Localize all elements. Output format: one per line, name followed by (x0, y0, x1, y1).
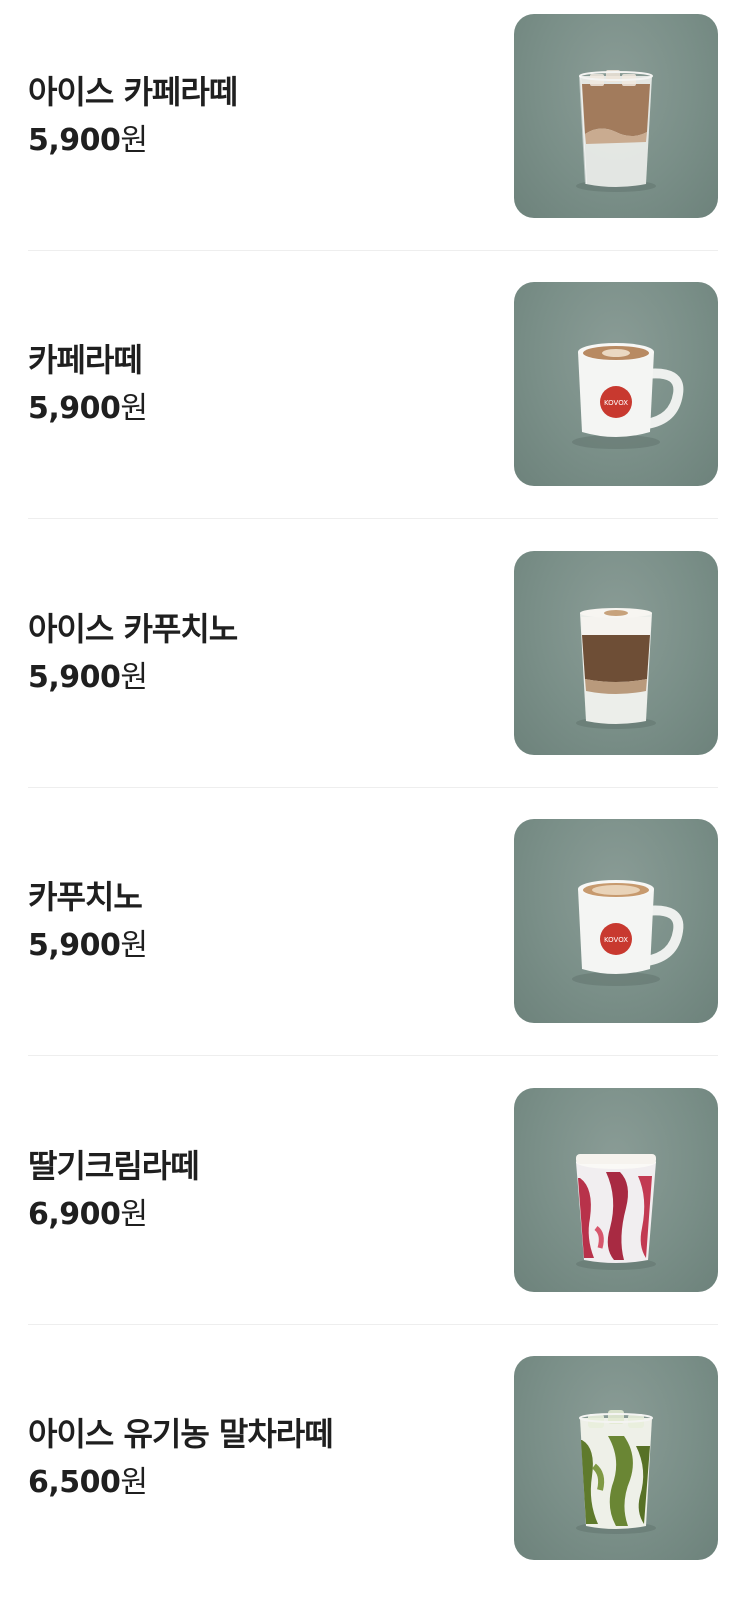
price-unit: 원 (120, 123, 149, 158)
price-amount: 5,900 (28, 928, 121, 963)
menu-item-name: 아이스 카페라떼 (28, 73, 238, 111)
menu-item-cappuccino[interactable]: 카푸치노 5,900원 KOVOX (28, 805, 718, 1073)
menu-item-price: 5,900원 (28, 927, 148, 965)
menu-item-price: 6,500원 (28, 1464, 148, 1502)
price-unit: 원 (120, 928, 149, 963)
menu-item-iced-cappuccino[interactable]: 아이스 카푸치노 5,900원 (28, 537, 718, 805)
divider (28, 1055, 718, 1056)
price-unit: 원 (120, 660, 149, 695)
menu-item-image (514, 14, 718, 218)
hot-latte-mug-icon: KOVOX (572, 343, 684, 449)
price-amount: 6,500 (28, 1465, 121, 1500)
menu-list: 아이스 카페라떼 5,900원 카페라떼 5,900원 KOVOX 아이스 카푸… (0, 0, 756, 1600)
divider (28, 1324, 718, 1325)
mug-logo-text: KOVOX (604, 936, 628, 944)
menu-item-strawberry-cream-latte[interactable]: 딸기크림라떼 6,900원 (28, 1074, 718, 1342)
iced-matcha-latte-glass-icon (576, 1410, 656, 1534)
menu-item-price: 5,900원 (28, 390, 148, 428)
menu-item-price: 5,900원 (28, 659, 148, 697)
menu-item-image (514, 551, 718, 755)
strawberry-cream-latte-cup-icon (576, 1154, 656, 1270)
menu-item-image (514, 1356, 718, 1560)
menu-item-name: 카푸치노 (28, 878, 143, 916)
divider (28, 787, 718, 788)
iced-latte-glass-icon (576, 70, 656, 192)
price-unit: 원 (120, 1465, 149, 1500)
menu-item-name: 아이스 카푸치노 (28, 610, 238, 648)
divider (28, 518, 718, 519)
menu-item-iced-organic-matcha-latte[interactable]: 아이스 유기농 말차라떼 6,500원 (28, 1342, 718, 1610)
menu-item-cafe-latte[interactable]: 카페라떼 5,900원 KOVOX (28, 268, 718, 536)
price-amount: 5,900 (28, 123, 121, 158)
price-unit: 원 (120, 1197, 149, 1232)
menu-item-name: 아이스 유기농 말차라떼 (28, 1415, 334, 1453)
price-amount: 6,900 (28, 1197, 121, 1232)
menu-item-price: 5,900원 (28, 122, 148, 160)
mug-logo-text: KOVOX (604, 399, 628, 407)
menu-item-price: 6,900원 (28, 1196, 148, 1234)
menu-item-image: KOVOX (514, 819, 718, 1023)
price-amount: 5,900 (28, 391, 121, 426)
price-amount: 5,900 (28, 660, 121, 695)
menu-item-iced-cafe-latte[interactable]: 아이스 카페라떼 5,900원 (28, 0, 718, 268)
menu-item-name: 딸기크림라떼 (28, 1147, 200, 1185)
menu-item-image (514, 1088, 718, 1292)
menu-item-image: KOVOX (514, 282, 718, 486)
iced-cappuccino-glass-icon (576, 608, 656, 729)
divider (28, 250, 718, 251)
menu-item-name: 카페라떼 (28, 341, 143, 379)
hot-cappuccino-mug-icon: KOVOX (572, 880, 684, 986)
price-unit: 원 (120, 391, 149, 426)
